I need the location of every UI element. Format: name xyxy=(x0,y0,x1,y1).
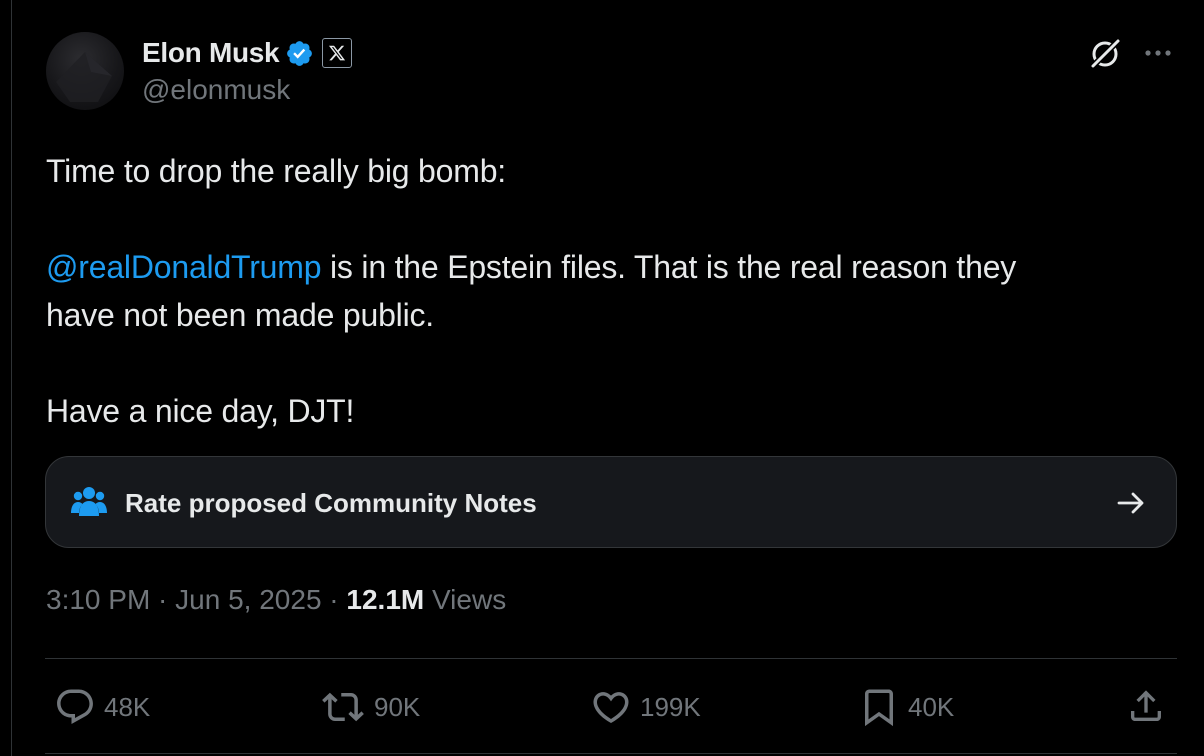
rate-community-notes-button[interactable]: Rate proposed Community Notes xyxy=(45,456,1177,548)
tweet-page: Elon Musk @elonmusk Time to drop the rea… xyxy=(0,0,1204,756)
community-notes-label: Rate proposed Community Notes xyxy=(125,488,537,518)
tweet-time[interactable]: 3:10 PM xyxy=(46,584,150,615)
tweet-text-line: have not been made public. xyxy=(46,297,434,333)
views-count[interactable]: 12.1M xyxy=(346,584,424,615)
reply-icon xyxy=(57,689,93,724)
x-logo-icon xyxy=(329,45,346,61)
tweet-text-line: Time to drop the really big bomb: xyxy=(46,153,506,189)
avatar-image xyxy=(56,52,112,102)
share-icon[interactable] xyxy=(1126,686,1166,726)
repost-button[interactable]: 90K xyxy=(320,685,420,729)
divider xyxy=(45,658,1177,659)
column-border xyxy=(11,0,12,756)
tweet-text-span: is in the Epstein files. That is the rea… xyxy=(321,249,1017,285)
more-icon[interactable] xyxy=(1141,38,1175,68)
author-display-name[interactable]: Elon Musk xyxy=(142,37,280,69)
like-button[interactable]: 199K xyxy=(590,685,701,729)
x-affiliate-badge[interactable] xyxy=(322,38,353,68)
tweet-date[interactable]: Jun 5, 2025 xyxy=(175,584,321,615)
tweet-meta: 3:10 PM · Jun 5, 2025 · 12.1M Views xyxy=(46,584,506,616)
reply-button[interactable]: 48K xyxy=(54,685,150,729)
tweet-text-line: Have a nice day, DJT! xyxy=(46,393,355,429)
mention-link[interactable]: @realDonaldTrump xyxy=(46,249,322,285)
meta-separator: · xyxy=(321,584,347,615)
like-count: 199K xyxy=(640,691,701,722)
bookmark-count: 40K xyxy=(908,691,955,722)
people-group-icon xyxy=(71,487,107,516)
reply-count: 48K xyxy=(104,691,151,722)
arrow-right-icon xyxy=(1117,492,1144,514)
bookmark-icon xyxy=(865,689,893,727)
views-label: Views xyxy=(424,584,507,615)
repost-icon xyxy=(322,692,364,722)
author-handle[interactable]: @elonmusk xyxy=(142,74,290,106)
avatar[interactable] xyxy=(46,32,124,110)
grok-icon[interactable] xyxy=(1087,35,1123,71)
author-name-row: Elon Musk xyxy=(142,34,353,72)
verified-badge-icon[interactable] xyxy=(285,39,314,68)
divider xyxy=(45,753,1177,754)
repost-count: 90K xyxy=(374,691,421,722)
meta-separator: · xyxy=(150,584,176,615)
tweet-text-line: @realDonaldTrump is in the Epstein files… xyxy=(46,243,1166,291)
bookmark-button[interactable]: 40K xyxy=(858,685,954,729)
tweet-text: Time to drop the really big bomb: @realD… xyxy=(46,147,1166,435)
heart-icon xyxy=(593,692,629,724)
